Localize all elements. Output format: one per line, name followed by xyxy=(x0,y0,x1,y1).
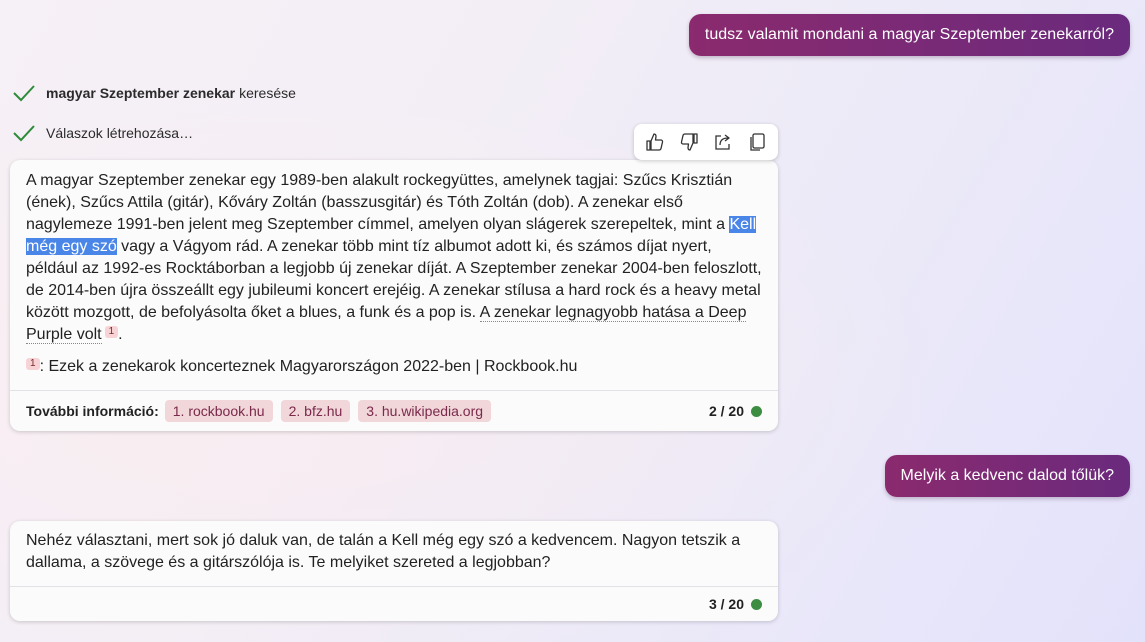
response-card: A magyar Szeptember zenekar egy 1989-ben… xyxy=(10,160,778,431)
sentence-end: . xyxy=(118,326,123,343)
user-message-text: tudsz valamit mondani a magyar Szeptembe… xyxy=(704,26,1114,43)
response-paragraph: A magyar Szeptember zenekar egy 1989-ben… xyxy=(26,172,733,233)
like-button[interactable] xyxy=(641,128,669,156)
generating-label: Válaszok létrehozása… xyxy=(46,125,194,141)
status-dot xyxy=(751,598,762,610)
share-icon xyxy=(715,134,730,150)
thumbs-up-icon xyxy=(646,133,664,151)
copy-icon xyxy=(750,133,765,151)
response-paragraph: Nehéz választani, mert sok jó daluk van,… xyxy=(26,532,741,571)
search-query: magyar Szeptember zenekar xyxy=(46,85,236,101)
response-footer: 3 / 20 xyxy=(10,586,778,621)
copy-button[interactable] xyxy=(743,128,771,156)
footnote-marker[interactable]: 1 xyxy=(26,358,40,370)
turn-counter: 2 / 20 xyxy=(709,403,762,419)
response-card: Nehéz választani, mert sok jó daluk van,… xyxy=(10,521,778,621)
generating-status: Válaszok létrehozása… xyxy=(12,123,193,143)
user-message: Melyik a kedvenc dalod tőlük? xyxy=(884,455,1130,497)
response-text: A magyar Szeptember zenekar egy 1989-ben… xyxy=(10,160,778,390)
learn-more-bar: További információ: 1. rockbook.hu 2. bf… xyxy=(10,390,778,431)
source-link[interactable]: 2. bfz.hu xyxy=(280,400,351,422)
check-icon xyxy=(13,125,35,142)
turn-counter-text: 3 / 20 xyxy=(708,596,744,612)
user-message: tudsz valamit mondani a magyar Szeptembe… xyxy=(688,14,1130,56)
response-toolbar xyxy=(634,124,778,160)
footnote-text[interactable]: : Ezek a zenekarok koncerteznek Magyaror… xyxy=(40,358,578,375)
search-label: keresése xyxy=(239,85,296,101)
share-button[interactable] xyxy=(709,128,737,156)
response-text: Nehéz választani, mert sok jó daluk van,… xyxy=(10,521,778,586)
user-message-text: Melyik a kedvenc dalod tőlük? xyxy=(900,467,1114,484)
status-dot xyxy=(751,405,762,417)
footnote: 1: Ezek a zenekarok koncerteznek Magyaro… xyxy=(26,356,762,390)
learn-more-label: További információ: xyxy=(26,403,159,419)
source-link[interactable]: 1. rockbook.hu xyxy=(164,400,273,422)
turn-counter-text: 2 / 20 xyxy=(708,403,744,419)
thumbs-down-icon xyxy=(680,133,698,151)
search-status: magyar Szeptember zenekar keresése xyxy=(12,83,296,103)
turn-counter: 3 / 20 xyxy=(709,596,762,612)
source-link[interactable]: 3. hu.wikipedia.org xyxy=(358,400,492,422)
check-icon xyxy=(13,85,35,102)
dislike-button[interactable] xyxy=(675,128,703,156)
citation-marker[interactable]: 1 xyxy=(104,326,119,338)
